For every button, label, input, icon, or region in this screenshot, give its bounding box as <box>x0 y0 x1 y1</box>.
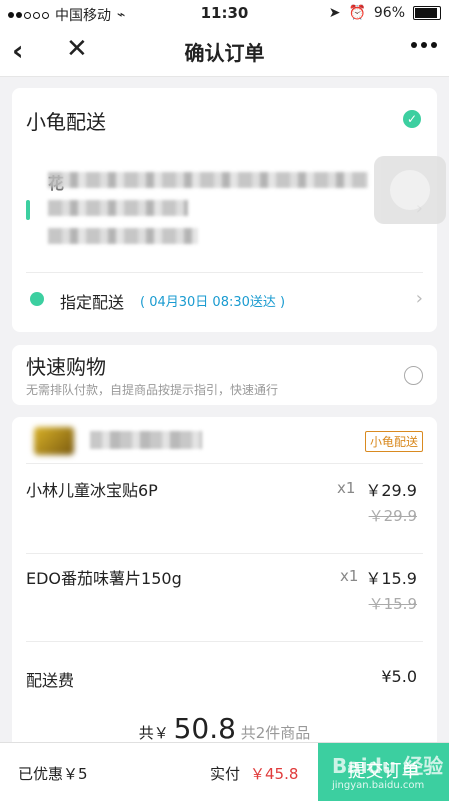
store-name-blurred <box>90 431 202 449</box>
order-items-card: 小龟配送 小林儿童冰宝贴6P x1 ￥29.9 ￥29.9 EDO番茄味薯片15… <box>12 417 437 757</box>
scheduled-delivery-label: 指定配送 <box>60 293 125 312</box>
item-qty: x1 <box>340 567 359 585</box>
phone-blurred <box>48 200 188 216</box>
page-title: 确认订单 <box>184 41 265 65</box>
divider <box>26 463 423 464</box>
pay-label: 实付 <box>210 765 241 783</box>
bottom-bar: 已优惠￥5 实付 ￥45.8 提交订单 <box>0 742 449 801</box>
discount-text: 已优惠￥5 <box>18 765 88 783</box>
delivery-fee-value: ¥5.0 <box>381 667 417 686</box>
delivery-tag: 小龟配送 <box>364 431 423 452</box>
delivery-fee-label: 配送费 <box>26 671 75 690</box>
fast-buy-description: 无需排队付款，自提商品按提示指引，快速通行 <box>26 383 279 397</box>
address-blurred <box>48 172 368 188</box>
nav-bar: ‹ ✕ 确认订单 <box>0 26 449 77</box>
floating-assist-button[interactable] <box>374 156 446 224</box>
submit-order-button[interactable]: 提交订单 <box>318 743 449 801</box>
item-price: ￥15.9 <box>365 569 417 588</box>
fast-buy-label: 快速购物 <box>26 355 106 379</box>
contact-blurred <box>48 228 198 244</box>
pay-amount: ￥45.8 <box>250 765 299 783</box>
fast-buy-card[interactable]: 快速购物 无需排队付款，自提商品按提示指引，快速通行 <box>12 345 437 405</box>
battery-percent: 96% <box>373 5 405 21</box>
divider <box>26 553 423 554</box>
order-total: 共￥ 50.8 共2件商品 <box>12 712 437 745</box>
item-name: EDO番茄味薯片150g <box>26 569 182 588</box>
divider <box>26 641 423 642</box>
item-original-price: ￥29.9 <box>368 507 417 525</box>
item-name: 小林儿童冰宝贴6P <box>26 481 158 500</box>
store-logo <box>34 427 74 455</box>
status-right: ➤ ⏰ 96% <box>329 5 441 21</box>
status-bar: 中国移动 ⌁ 11:30 ➤ ⏰ 96% <box>0 0 449 26</box>
divider <box>26 272 423 273</box>
clock-icon <box>30 292 44 306</box>
delivery-method-label: 小龟配送 <box>26 110 106 134</box>
total-prefix: 共￥ <box>138 724 169 742</box>
fast-buy-radio[interactable] <box>404 366 423 385</box>
alarm-icon: ⏰ <box>348 5 366 21</box>
total-value: 50.8 <box>173 712 236 745</box>
location-icon: ➤ <box>328 5 341 21</box>
chevron-right-icon[interactable]: › <box>416 288 423 309</box>
battery-icon <box>413 6 441 20</box>
scheduled-delivery-time: ( 04月30日 08:30送达 ) <box>140 295 286 310</box>
more-icon[interactable] <box>411 42 437 48</box>
item-price: ￥29.9 <box>365 481 417 500</box>
item-qty: x1 <box>337 479 356 497</box>
address-indicator <box>26 200 30 220</box>
check-icon: ✓ <box>403 110 421 128</box>
item-count: 共2件商品 <box>240 724 311 742</box>
item-original-price: ￥15.9 <box>368 595 417 613</box>
